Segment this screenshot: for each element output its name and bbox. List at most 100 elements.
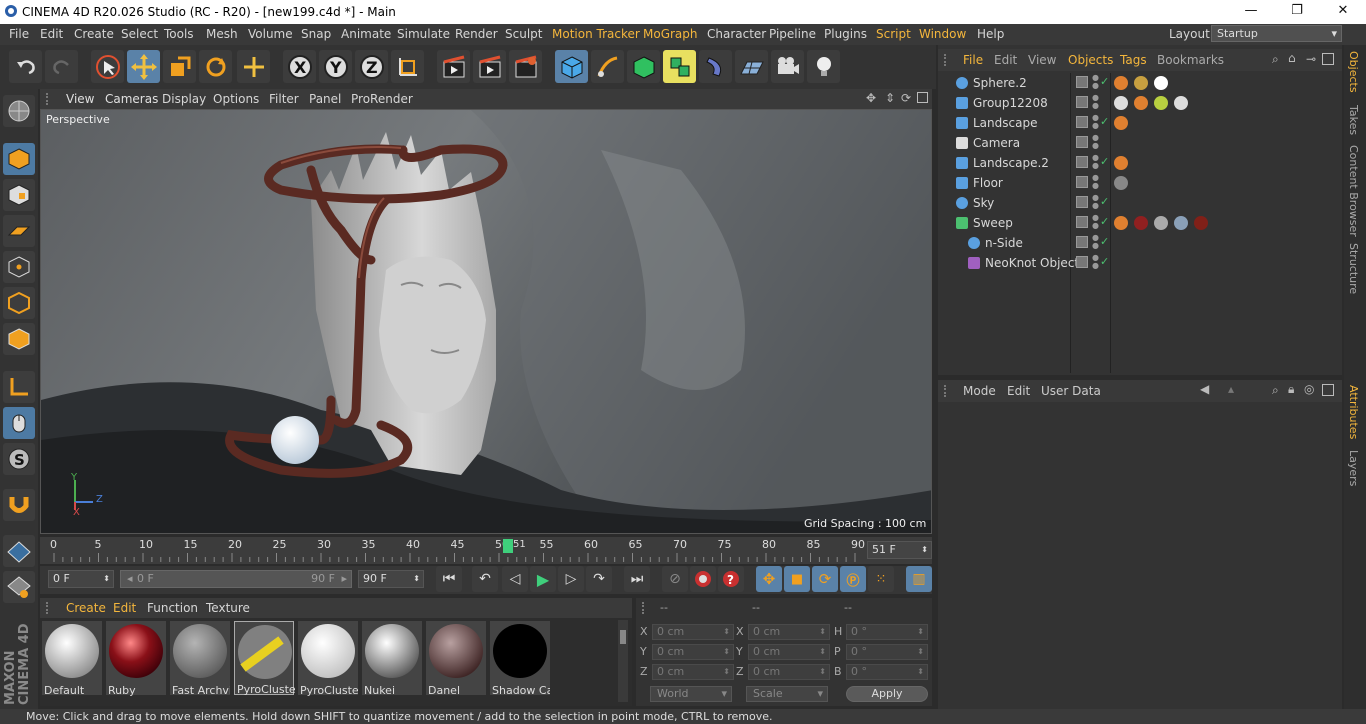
x-axis-lock-button[interactable]: X xyxy=(283,50,316,83)
object-row[interactable]: Camera ● ● xyxy=(938,133,1342,153)
editor-render-dots-icon[interactable]: ● ● xyxy=(1092,194,1099,210)
attr-menu-user-data[interactable]: User Data xyxy=(1041,384,1101,398)
workplane-mode-button[interactable] xyxy=(3,215,35,247)
light-object-button[interactable] xyxy=(807,50,840,83)
key-position-button[interactable]: ✥ xyxy=(756,566,782,592)
tag-icon[interactable] xyxy=(1134,76,1148,90)
make-editable-button[interactable] xyxy=(3,95,35,127)
layout-dropdown[interactable]: Startup ▾ xyxy=(1211,25,1342,42)
menu-snap[interactable]: Snap xyxy=(301,27,331,41)
search-icon[interactable]: ⌕ xyxy=(1272,52,1279,67)
up-arrow-icon[interactable]: ▴ xyxy=(1228,382,1234,396)
next-key-button[interactable]: ↷ xyxy=(586,566,612,592)
menu-simulate[interactable]: Simulate xyxy=(397,27,450,41)
material-swatch[interactable]: PyroCluster xyxy=(234,621,295,696)
dock-tab-takes[interactable]: Takes xyxy=(1347,105,1360,135)
menu-window[interactable]: Window xyxy=(919,27,966,41)
enabled-check-icon[interactable]: ✓ xyxy=(1100,215,1109,228)
menu-edit[interactable]: Edit xyxy=(40,27,63,41)
tag-icon[interactable] xyxy=(1134,96,1148,110)
obj-menu-objects[interactable]: Objects xyxy=(1068,53,1113,67)
apply-button[interactable]: Apply xyxy=(846,686,928,702)
dock-tab-structure[interactable]: Structure xyxy=(1347,243,1360,294)
material-scrollbar[interactable] xyxy=(618,620,628,702)
tag-icon[interactable] xyxy=(1114,76,1128,90)
obj-menu-bookmarks[interactable]: Bookmarks xyxy=(1157,53,1224,67)
enabled-check-icon[interactable]: ✓ xyxy=(1100,235,1109,248)
coord-value-field[interactable]: 0 ° ⬍ xyxy=(846,664,928,680)
vp-menu-prorender[interactable]: ProRender xyxy=(351,92,413,106)
mat-menu-edit[interactable]: Edit xyxy=(113,601,136,615)
editor-render-dots-icon[interactable]: ● ● xyxy=(1092,114,1099,130)
tag-icon[interactable] xyxy=(1174,96,1188,110)
edges-mode-button[interactable] xyxy=(3,287,35,319)
layer-visibility-icon[interactable] xyxy=(1076,176,1088,188)
goto-start-button[interactable]: ⏮ xyxy=(436,566,462,592)
dock-tab-content-browser[interactable]: Content Browser xyxy=(1347,145,1360,237)
menu-sculpt[interactable]: Sculpt xyxy=(505,27,542,41)
menu-animate[interactable]: Animate xyxy=(341,27,391,41)
object-row[interactable]: Sky ● ● ✓ xyxy=(938,193,1342,213)
editor-render-dots-icon[interactable]: ● ● xyxy=(1092,154,1099,170)
play-button[interactable]: ▶ xyxy=(530,566,556,592)
link-icon[interactable]: ⊸ xyxy=(1306,52,1316,66)
mat-menu-function[interactable]: Function xyxy=(147,601,198,615)
layer-visibility-icon[interactable] xyxy=(1076,156,1088,168)
undo-button[interactable] xyxy=(9,50,42,83)
layer-visibility-icon[interactable] xyxy=(1076,76,1088,88)
key-rotation-button[interactable]: ⟳ xyxy=(812,566,838,592)
mat-menu-create[interactable]: Create xyxy=(66,601,106,615)
obj-menu-view[interactable]: View xyxy=(1028,53,1056,67)
prev-frame-button[interactable]: ◁ xyxy=(502,566,528,592)
editor-render-dots-icon[interactable]: ● ● xyxy=(1092,254,1099,270)
autokeying-button[interactable] xyxy=(690,566,716,592)
goto-end-button[interactable]: ⏭ xyxy=(624,566,650,592)
menu-motion-tracker[interactable]: Motion Tracker xyxy=(552,27,640,41)
cloner-button[interactable] xyxy=(663,50,696,83)
material-swatch[interactable]: Fast Archvi xyxy=(170,621,230,697)
deformer-button[interactable] xyxy=(699,50,732,83)
coord-value-field[interactable]: 0 cm ⬍ xyxy=(748,644,830,660)
coord-value-field[interactable]: 0 ° ⬍ xyxy=(846,624,928,640)
editor-render-dots-icon[interactable]: ● ● xyxy=(1092,214,1099,230)
menu-script[interactable]: Script xyxy=(876,27,911,41)
dock-tab-layers[interactable]: Layers xyxy=(1347,450,1360,486)
object-row[interactable]: Landscape ● ● ✓ xyxy=(938,113,1342,133)
texture-mode-button[interactable] xyxy=(3,179,35,211)
editor-render-dots-icon[interactable]: ● ● xyxy=(1092,174,1099,190)
tag-icon[interactable] xyxy=(1154,96,1168,110)
cube-object-button[interactable] xyxy=(555,50,588,83)
render-to-picture-viewer-button[interactable] xyxy=(473,50,506,83)
vp-menu-display[interactable]: Display xyxy=(162,92,206,106)
coord-space-dropdown[interactable]: World ▾ xyxy=(650,686,732,702)
workplane-align-button[interactable] xyxy=(3,571,35,603)
end-frame-field[interactable]: 90 F ⬍ xyxy=(358,570,424,588)
material-swatch[interactable]: Default xyxy=(42,621,102,697)
workplane-lock-button[interactable] xyxy=(3,535,35,567)
coordinate-system-button[interactable] xyxy=(391,50,424,83)
menu-file[interactable]: File xyxy=(9,27,29,41)
tag-icon[interactable] xyxy=(1114,216,1128,230)
new-panel-icon[interactable] xyxy=(1322,384,1334,396)
vp-menu-panel[interactable]: Panel xyxy=(309,92,341,106)
object-row[interactable]: NeoKnot Object ● ● ✓ xyxy=(938,253,1342,273)
camera-object-button[interactable] xyxy=(771,50,804,83)
vp-menu-view[interactable]: View xyxy=(66,92,94,106)
timeline-ruler[interactable]: 0 5 10 15 20 25 30 35 40 45 50 55 60 65 70 75 80 85 90 51 … xyxy=(40,537,932,564)
menu-select[interactable]: Select xyxy=(121,27,158,41)
preview-range-slider[interactable]: ◂ 0 F 90 F ▸ xyxy=(120,570,352,588)
rotate-tool-button[interactable] xyxy=(199,50,232,83)
enabled-check-icon[interactable]: ✓ xyxy=(1100,255,1109,268)
new-panel-icon[interactable] xyxy=(1322,53,1334,65)
editor-render-dots-icon[interactable]: ● ● xyxy=(1092,74,1099,90)
tag-icon[interactable] xyxy=(1114,116,1128,130)
menu-character[interactable]: Character xyxy=(707,27,766,41)
coord-value-field[interactable]: 0 cm ⬍ xyxy=(748,664,830,680)
dock-tab-objects[interactable]: Objects xyxy=(1347,51,1360,93)
attr-menu-mode[interactable]: Mode xyxy=(963,384,996,398)
coord-value-field[interactable]: 0 cm ⬍ xyxy=(652,644,734,660)
live-selection-button[interactable] xyxy=(91,50,124,83)
viewport-maximize-icon[interactable] xyxy=(917,92,928,103)
tag-icon[interactable] xyxy=(1154,216,1168,230)
layer-visibility-icon[interactable] xyxy=(1076,136,1088,148)
